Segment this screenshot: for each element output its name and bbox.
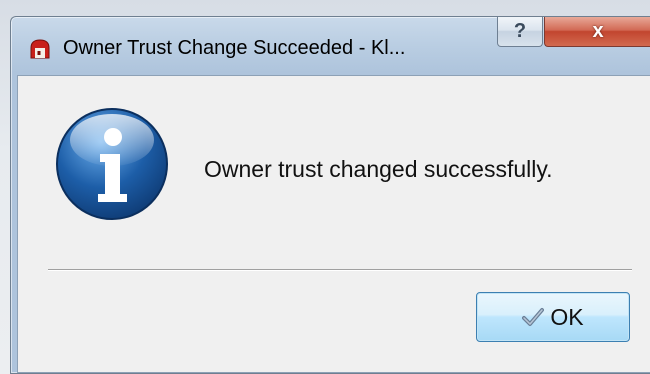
- window-title: Owner Trust Change Succeeded - Kl...: [63, 37, 406, 59]
- ok-button[interactable]: OK: [476, 292, 630, 342]
- title-bar[interactable]: Owner Trust Change Succeeded - Kl... ? x: [11, 17, 650, 75]
- checkmark-icon: [522, 308, 545, 326]
- message-text: Owner trust changed successfully.: [204, 156, 553, 182]
- help-icon: ?: [513, 20, 527, 42]
- app-icon: [30, 39, 50, 59]
- close-icon: x: [592, 20, 604, 42]
- ok-button-label: OK: [550, 303, 584, 330]
- dialog-window: Owner Trust Change Succeeded - Kl... ? x: [10, 16, 650, 374]
- close-button[interactable]: x: [544, 17, 650, 47]
- dialog-body: Owner trust changed successfully. OK: [17, 75, 650, 373]
- help-button[interactable]: ?: [497, 17, 543, 47]
- information-icon: [56, 108, 168, 220]
- separator: [48, 269, 632, 271]
